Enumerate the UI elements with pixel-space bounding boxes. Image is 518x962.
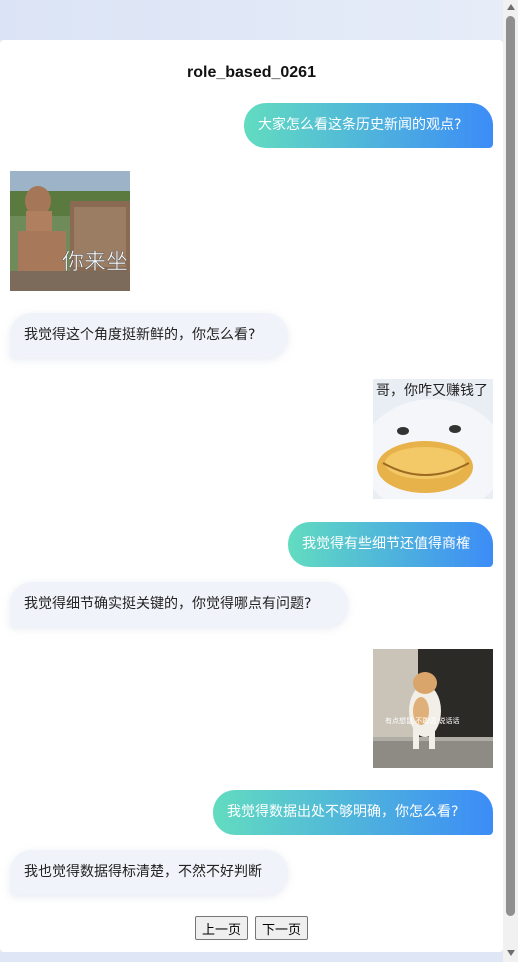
bot-message-bubble: 我觉得这个角度挺新鲜的，你怎么看? bbox=[10, 313, 288, 358]
scroll-up-arrow-icon[interactable] bbox=[507, 4, 515, 10]
next-page-button[interactable]: 下一页 bbox=[255, 916, 309, 940]
user-message-bubble: 我觉得数据出处不够明确，你怎么看? bbox=[213, 790, 493, 835]
sticker-image-buddha: 你来坐 bbox=[10, 171, 130, 291]
scroll-down-arrow-icon[interactable] bbox=[507, 950, 515, 956]
sticker-image-duck: 哥，你咋又赚钱了 bbox=[373, 379, 493, 499]
bottom-background bbox=[0, 952, 503, 962]
scrollbar-thumb[interactable] bbox=[506, 16, 515, 916]
prev-page-button[interactable]: 上一页 bbox=[194, 916, 248, 940]
page-title: role_based_0261 bbox=[187, 64, 316, 81]
sticker-caption: 有点想鼠 不敢说 说话话 bbox=[385, 716, 459, 725]
top-background bbox=[0, 0, 503, 40]
bot-message-bubble: 我觉得细节确实挺关键的，你觉得哪点有问题? bbox=[10, 582, 348, 627]
sticker-caption: 你来坐 bbox=[62, 250, 128, 275]
sticker-caption: 哥，你咋又赚钱了 bbox=[376, 383, 488, 399]
pagination: 上一页 下一页 bbox=[0, 916, 503, 940]
user-message-bubble: 我觉得有些细节还值得商榷 bbox=[288, 522, 493, 567]
bot-message-bubble: 我也觉得数据得标清楚，不然不好判断 bbox=[10, 850, 288, 895]
user-message-bubble: 大家怎么看这条历史新闻的观点? bbox=[244, 103, 493, 148]
sticker-image-cat: 有点想鼠 不敢说 说话话 bbox=[373, 649, 493, 768]
